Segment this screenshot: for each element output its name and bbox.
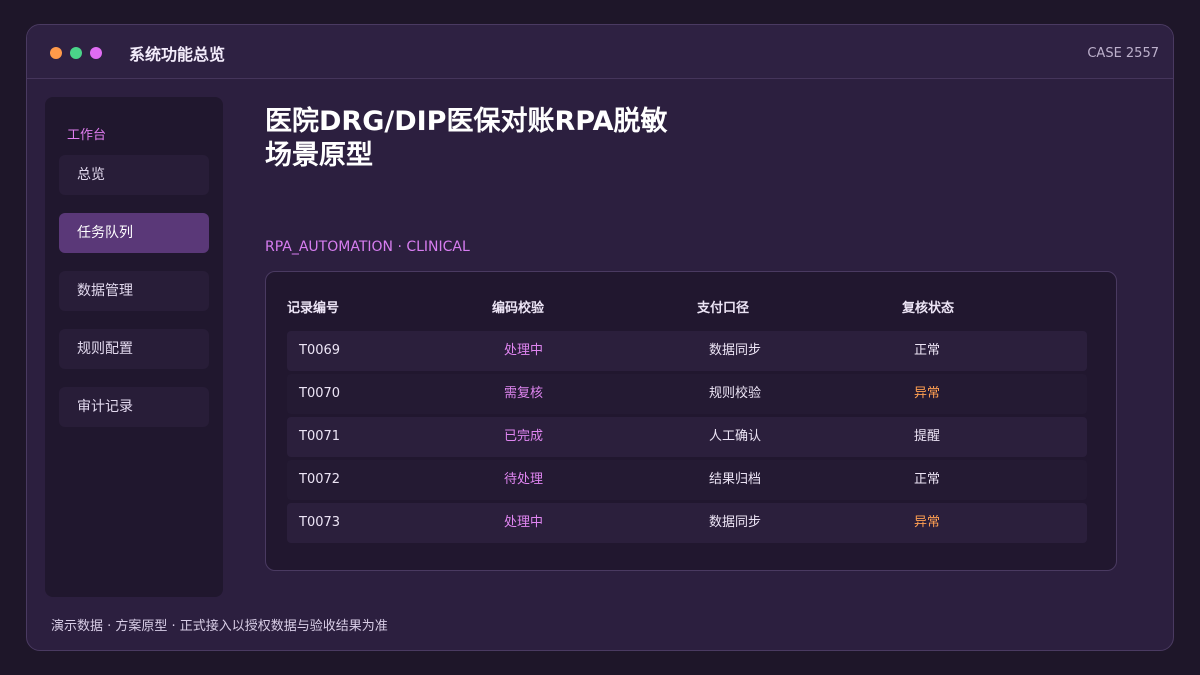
minimize-dot-icon[interactable] [50, 47, 62, 59]
column-header-payment[interactable]: 支付口径 [697, 297, 749, 316]
payment-cell: 结果归档 [709, 472, 762, 487]
sidebar-item-rule-config[interactable]: 规则配置 [59, 329, 209, 369]
record-id-cell: T0072 [299, 472, 341, 487]
code-check-cell: 处理中 [504, 343, 544, 358]
record-id-cell: T0069 [299, 343, 341, 358]
review-status-cell: 正常 [914, 343, 941, 358]
footer-disclaimer: 演示数据 · 方案原型 · 正式接入以授权数据与验收结果为准 [51, 619, 388, 634]
code-check-cell: 已完成 [504, 429, 544, 444]
close-dot-icon[interactable] [90, 47, 102, 59]
maximize-dot-icon[interactable] [70, 47, 82, 59]
code-check-cell: 待处理 [504, 472, 544, 487]
code-check-cell: 需复核 [504, 386, 544, 401]
case-label: CASE 2557 [1087, 46, 1159, 61]
column-header-code-check[interactable]: 编码校验 [492, 297, 544, 316]
table-row[interactable]: T0071 已完成 人工确认 提醒 [287, 417, 1087, 457]
title-bar: 系统功能总览 CASE 2557 [27, 25, 1173, 79]
review-status-cell: 正常 [914, 472, 941, 487]
page-subtitle: RPA_AUTOMATION · CLINICAL [265, 239, 470, 255]
code-check-cell: 处理中 [504, 515, 544, 530]
sidebar-item-data-management[interactable]: 数据管理 [59, 271, 209, 311]
payment-cell: 数据同步 [709, 343, 762, 358]
record-id-cell: T0070 [299, 386, 341, 401]
sidebar-item-audit-log[interactable]: 审计记录 [59, 387, 209, 427]
window-title: 系统功能总览 [129, 45, 226, 64]
payment-cell: 人工确认 [709, 429, 762, 444]
record-id-cell: T0071 [299, 429, 341, 444]
review-status-cell: 异常 [914, 386, 941, 401]
page-title: 医院DRG/DIP医保对账RPA脱敏场景原型 [265, 106, 668, 171]
sidebar-item-overview[interactable]: 总览 [59, 155, 209, 195]
table-row[interactable]: T0072 待处理 结果归档 正常 [287, 460, 1087, 500]
payment-cell: 规则校验 [709, 386, 762, 401]
app-window: 系统功能总览 CASE 2557 工作台 总览 任务队列 数据管理 规则配置 审… [26, 24, 1174, 651]
column-header-review-status[interactable]: 复核状态 [902, 297, 954, 316]
records-table: 记录编号 编码校验 支付口径 复核状态 T0069 处理中 数据同步 正常 T0… [265, 271, 1117, 571]
sidebar-item-task-queue[interactable]: 任务队列 [59, 213, 209, 253]
review-status-cell: 提醒 [914, 429, 941, 444]
record-id-cell: T0073 [299, 515, 341, 530]
table-row[interactable]: T0069 处理中 数据同步 正常 [287, 331, 1087, 371]
payment-cell: 数据同步 [709, 515, 762, 530]
sidebar-heading: 工作台 [67, 128, 107, 143]
table-row[interactable]: T0073 处理中 数据同步 异常 [287, 503, 1087, 543]
column-header-record-id[interactable]: 记录编号 [287, 297, 339, 316]
table-row[interactable]: T0070 需复核 规则校验 异常 [287, 374, 1087, 414]
review-status-cell: 异常 [914, 515, 941, 530]
sidebar: 工作台 总览 任务队列 数据管理 规则配置 审计记录 [45, 97, 223, 597]
